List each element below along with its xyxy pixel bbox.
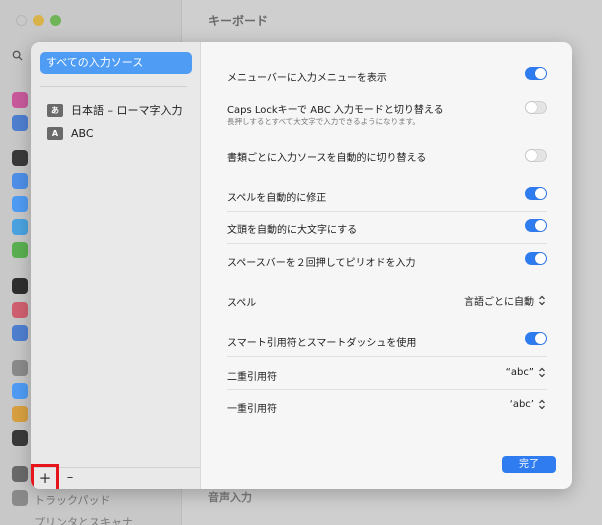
setting-label: 一重引用符 xyxy=(227,404,277,415)
chevron-up-down-icon xyxy=(539,367,545,378)
show-input-menu-toggle[interactable] xyxy=(525,67,547,80)
row-divider xyxy=(227,211,547,212)
hand-icon xyxy=(12,115,28,131)
setting-label: メニューバーに入力メニューを表示 xyxy=(227,73,387,84)
zoom-window-button[interactable] xyxy=(50,15,61,26)
game-center-icon xyxy=(12,406,28,422)
input-source-japanese[interactable]: あ 日本語 – ローマ字入力 xyxy=(47,102,183,118)
siri-icon xyxy=(12,92,28,108)
sidebar-item-printers[interactable]: プリンタとスキャナ xyxy=(34,514,133,525)
at-icon xyxy=(12,383,28,399)
japanese-input-icon: あ xyxy=(47,103,63,117)
setting-label: スペル xyxy=(227,298,257,309)
abc-input-icon: A xyxy=(47,126,63,140)
spelling-popup[interactable]: 言語ごとに自動 xyxy=(464,293,547,308)
input-source-abc[interactable]: A ABC xyxy=(47,125,94,141)
sun-icon xyxy=(12,173,28,189)
wallet-icon xyxy=(12,430,28,446)
remove-input-source-button[interactable]: – xyxy=(61,467,79,489)
key-icon xyxy=(12,360,28,376)
lock-icon xyxy=(12,278,28,294)
setting-label: 書類ごとに入力ソースを自動的に切り替える xyxy=(227,153,427,164)
auto-switch-toggle[interactable] xyxy=(525,149,547,162)
users-icon xyxy=(12,325,28,341)
sidebar-item-trackpad[interactable]: トラックパッド xyxy=(34,492,110,508)
row-divider xyxy=(227,356,547,357)
single-quotes-popup[interactable]: ‘abc’ xyxy=(510,399,547,410)
setting-label: Caps Lockキーで ABC 入力モードと切り替える xyxy=(227,105,444,116)
input-source-label: 日本語 – ローマ字入力 xyxy=(71,104,183,117)
period-toggle[interactable] xyxy=(525,252,547,265)
popup-value: “abc” xyxy=(505,367,534,378)
battery-icon xyxy=(12,242,28,258)
trackpad-icon xyxy=(12,490,28,506)
close-window-button[interactable] xyxy=(16,15,27,26)
setting-label: スペースバーを２回押してピリオドを入力 xyxy=(227,258,416,269)
input-source-list: すべての入力ソース あ 日本語 – ローマ字入力 A ABC + – xyxy=(31,42,201,489)
chevron-up-down-icon xyxy=(539,295,545,306)
keyboard-icon xyxy=(12,466,28,482)
dictation-section-label: 音声入力 xyxy=(208,491,252,504)
display-icon xyxy=(12,150,28,166)
smart-quotes-toggle[interactable] xyxy=(525,332,547,345)
capslock-toggle[interactable] xyxy=(525,101,547,114)
setting-label: 文頭を自動的に大文字にする xyxy=(227,225,358,236)
setting-label: スペルを自動的に修正 xyxy=(227,193,327,204)
spell-correct-toggle[interactable] xyxy=(525,187,547,200)
window-title: キーボード xyxy=(208,14,269,28)
row-divider xyxy=(227,243,547,244)
row-divider xyxy=(227,389,547,390)
list-divider xyxy=(40,86,187,87)
popup-value: 言語ごとに自動 xyxy=(464,297,534,308)
input-sources-sheet: すべての入力ソース あ 日本語 – ローマ字入力 A ABC + – メニューバ… xyxy=(31,42,572,489)
capitalize-toggle[interactable] xyxy=(525,219,547,232)
highlight-box xyxy=(31,464,59,489)
setting-description: 長押しするとすべて大文字で入力できるようになります。 xyxy=(227,117,420,126)
wallpaper-icon xyxy=(12,219,28,235)
input-source-label: ABC xyxy=(71,126,94,140)
flower-icon xyxy=(12,196,28,212)
fingerprint-icon xyxy=(12,302,28,318)
done-button[interactable]: 完了 xyxy=(502,456,556,473)
chevron-up-down-icon xyxy=(539,399,545,410)
all-input-sources-item[interactable]: すべての入力ソース xyxy=(40,52,192,74)
setting-label: スマート引用符とスマートダッシュを使用 xyxy=(227,338,417,349)
minimize-window-button[interactable] xyxy=(33,15,44,26)
setting-label: 二重引用符 xyxy=(227,372,277,383)
double-quotes-popup[interactable]: “abc” xyxy=(506,367,547,378)
search-icon xyxy=(12,50,23,61)
popup-value: ‘abc’ xyxy=(509,399,534,410)
